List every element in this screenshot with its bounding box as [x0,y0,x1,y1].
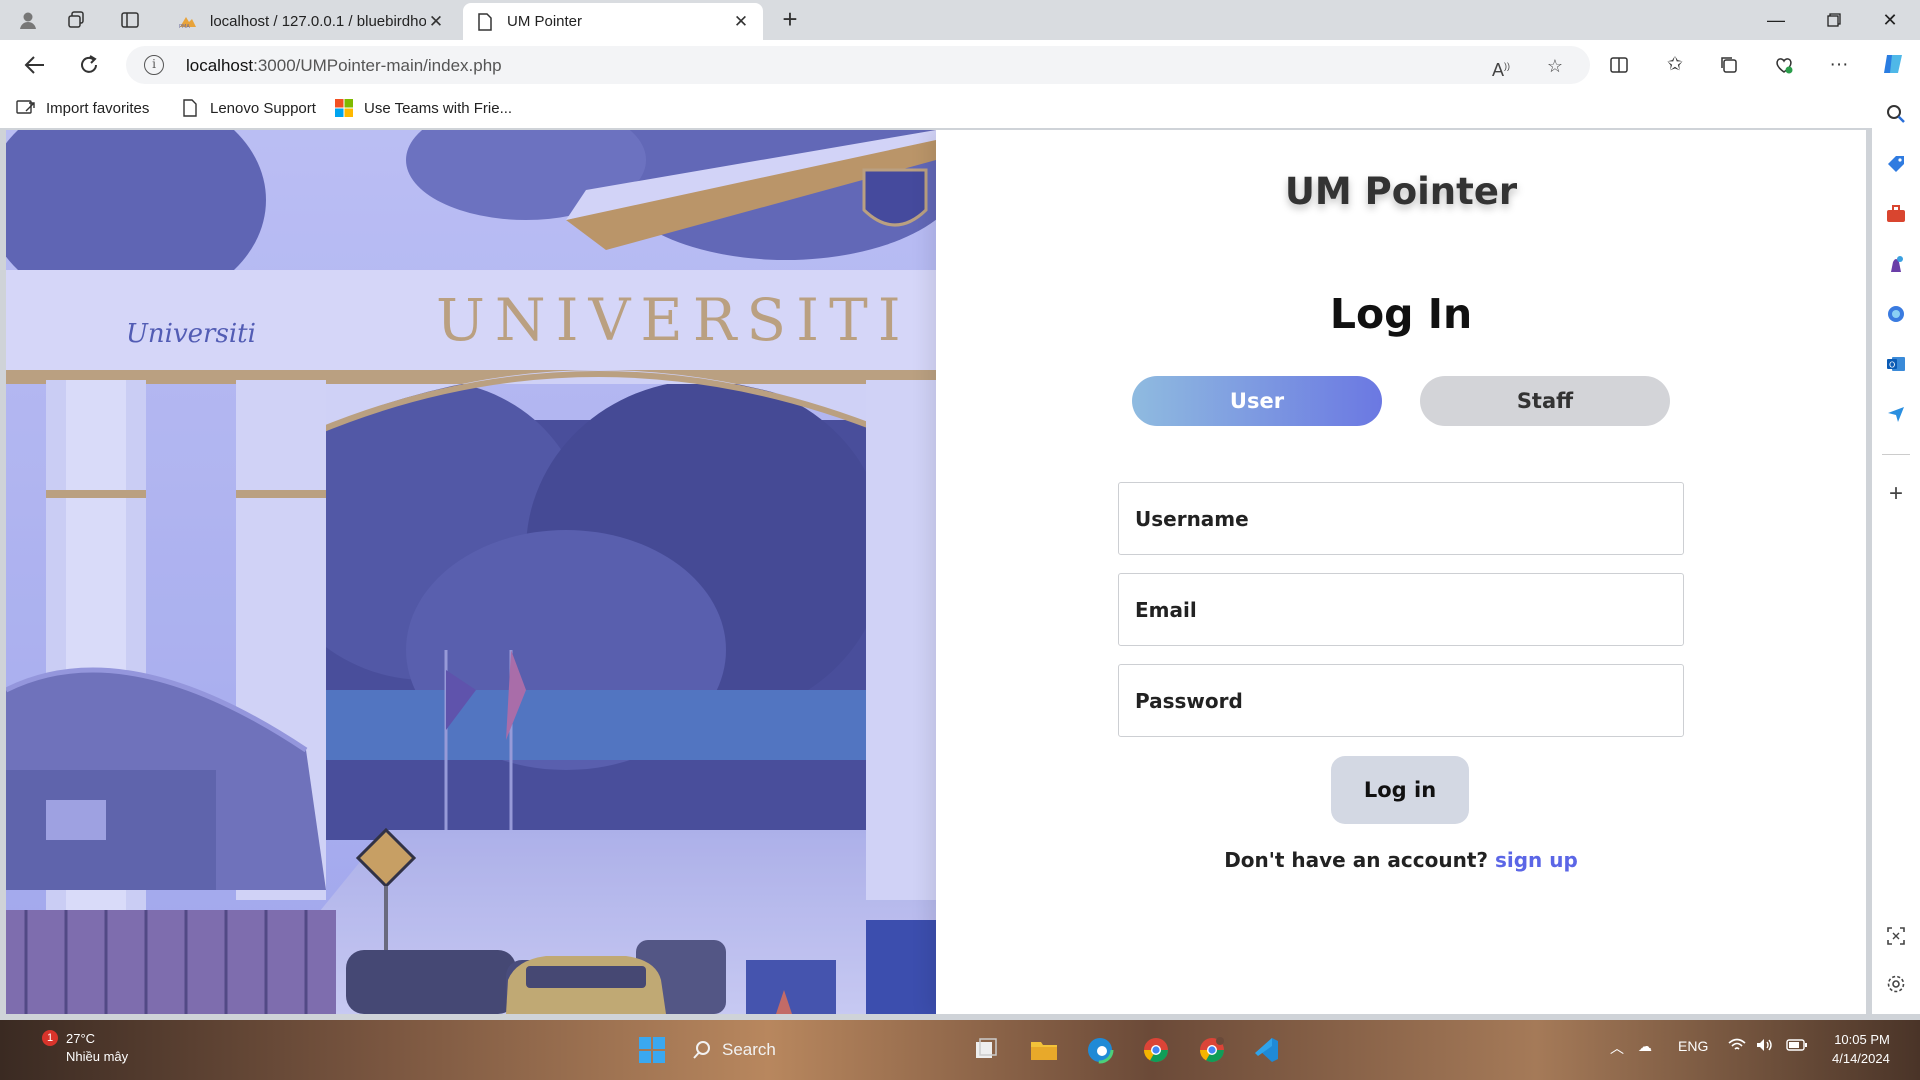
tab-title: UM Pointer [507,13,583,30]
close-tab-icon[interactable]: ✕ [731,12,751,32]
split-screen-icon[interactable] [1606,52,1632,78]
user-toggle-button[interactable]: User [1132,376,1382,426]
taskbar-search[interactable]: Search [692,1034,892,1066]
phpmyadmin-icon: PMA [178,12,198,32]
favorite-teams[interactable]: Use Teams with Frie... [334,98,512,118]
favorite-lenovo[interactable]: Lenovo Support [180,98,316,118]
tab-phpmyadmin[interactable]: PMA localhost / 127.0.0.1 / bluebirdhote… [166,3,458,40]
vscode-icon[interactable] [1250,1034,1282,1066]
file-explorer-icon[interactable] [1028,1034,1060,1066]
games-icon[interactable] [1884,252,1908,276]
shopping-tag-icon[interactable] [1884,152,1908,176]
password-input[interactable] [1119,665,1683,736]
show-hidden-icons-icon[interactable]: ︿ [1610,1038,1624,1058]
login-heading: Log In [1329,290,1473,338]
minimize-icon[interactable]: — [1762,6,1790,34]
signup-prompt: Don't have an account? sign up [936,848,1866,872]
sidebar-divider [1882,454,1910,455]
taskbar-search-label: Search [722,1040,776,1059]
profile-icon[interactable] [14,6,42,34]
battery-icon[interactable] [1786,1038,1808,1055]
start-button-icon[interactable] [636,1034,668,1066]
url-text[interactable]: localhost:3000/UMPointer-main/index.php [186,56,502,76]
language-indicator[interactable]: ENG [1678,1038,1708,1054]
staff-toggle-button[interactable]: Staff [1420,376,1670,426]
signup-link[interactable]: sign up [1495,848,1578,872]
clock-time: 10:05 PM [1834,1032,1890,1047]
restore-icon[interactable] [1820,6,1848,34]
favorite-label: Use Teams with Frie... [364,99,513,117]
svg-text:PMA: PMA [179,24,190,29]
tab-title: localhost / 127.0.0.1 / bluebirdhotel [210,13,426,30]
edge-icon[interactable] [1084,1034,1116,1066]
clock-date: 4/14/2024 [1832,1051,1890,1066]
more-options-icon[interactable]: ··· [1826,52,1852,78]
password-field [1118,664,1684,737]
taskbar-clock[interactable]: 10:05 PM 4/14/2024 [1832,1030,1890,1068]
import-icon [16,98,36,118]
weather-badge: 1 [42,1030,58,1046]
close-tab-icon[interactable]: ✕ [426,12,446,32]
chrome-profile-icon[interactable] [1196,1034,1228,1066]
login-button[interactable]: Log in [1331,756,1469,824]
tab-um-pointer[interactable]: UM Pointer ✕ [463,3,763,40]
read-aloud-icon[interactable]: A)) [1490,55,1512,80]
site-info-icon[interactable]: i [144,55,164,75]
email-input[interactable] [1119,574,1683,645]
page-icon [475,12,495,32]
edge-sidebar: O + [1872,88,1920,1014]
university-gate-image: UNIVERSITI Universiti [6,130,936,1014]
new-tab-button[interactable]: + [776,6,804,34]
back-icon[interactable] [20,50,50,80]
address-toolbar: i localhost:3000/UMPointer-main/index.ph… [0,40,1920,88]
weather-condition: Nhiều mây [66,1049,129,1064]
close-window-icon[interactable]: ✕ [1876,6,1904,34]
copilot-app-icon[interactable] [1884,302,1908,326]
tab-actions-icon[interactable] [116,6,144,34]
chrome-icon[interactable] [1140,1034,1172,1066]
copilot-icon[interactable] [1880,52,1906,78]
task-view-icon[interactable] [970,1034,1002,1066]
weather-temp: 27°C [66,1031,96,1046]
browser-essentials-icon[interactable] [1771,52,1797,78]
outlook-icon[interactable]: O [1884,352,1908,376]
favorite-label: Import favorites [46,99,150,117]
workspaces-icon[interactable] [62,6,90,34]
svg-text:O: O [1889,361,1895,370]
screenshot-icon[interactable] [1884,924,1908,948]
settings-gear-icon[interactable] [1884,972,1908,996]
send-icon[interactable] [1884,402,1908,426]
add-icon[interactable]: + [1884,480,1908,507]
signup-text: Don't have an account? [1224,848,1488,872]
brand-title: UM Pointer [1284,170,1518,213]
browser-title-bar: PMA localhost / 127.0.0.1 / bluebirdhote… [0,0,1920,40]
username-field [1118,482,1684,555]
username-input[interactable] [1119,483,1683,554]
wifi-icon[interactable] [1728,1038,1746,1055]
windows-taskbar: 1 27°C Nhiều mây Search ︿ ☁ ENG 10:05 PM… [0,1020,1920,1080]
onedrive-icon[interactable]: ☁ [1638,1038,1652,1055]
page-icon [180,98,200,118]
volume-icon[interactable] [1756,1038,1774,1055]
collections-icon[interactable] [1716,52,1742,78]
favorites-bar: Import favorites Lenovo Support Use Team… [0,88,1880,128]
favorite-star-icon[interactable]: ☆ [1544,55,1566,77]
address-bar[interactable]: i localhost:3000/UMPointer-main/index.ph… [126,46,1590,84]
favorite-label: Lenovo Support [210,99,316,117]
search-icon [693,1041,710,1059]
page-viewport: UNIVERSITI Universiti UM Pointer Log In … [6,130,1866,1014]
search-icon[interactable] [1884,102,1908,126]
email-field [1118,573,1684,646]
favorite-import[interactable]: Import favorites [16,98,149,118]
tools-icon[interactable] [1884,202,1908,226]
windows-logo-icon [334,98,354,118]
refresh-icon[interactable] [74,50,104,80]
login-panel: UM Pointer Log In User Staff Log in Don'… [936,130,1866,1014]
weather-widget[interactable]: 1 27°C Nhiều mây [20,1030,128,1066]
favorites-icon[interactable]: ✩ [1662,52,1688,78]
